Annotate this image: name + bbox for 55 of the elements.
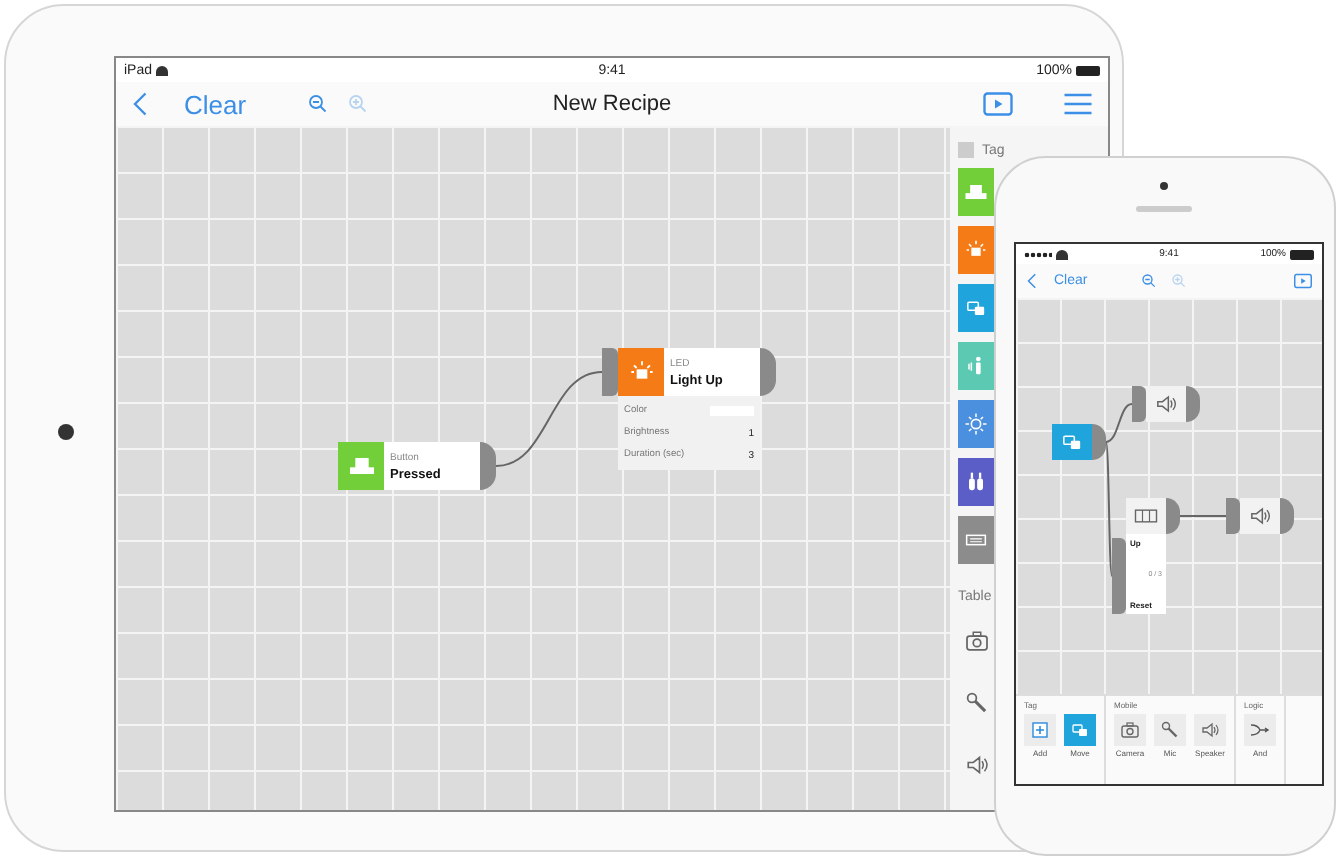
screen-title: New Recipe <box>552 92 672 116</box>
output-port[interactable] <box>1186 386 1200 422</box>
speaker-icon <box>1198 718 1222 742</box>
output-port[interactable] <box>760 348 776 396</box>
output-port[interactable] <box>1280 498 1294 534</box>
wifi-icon <box>1056 249 1068 259</box>
back-button[interactable] <box>1024 272 1042 290</box>
node-icon-tile[interactable] <box>1240 498 1280 534</box>
earpiece <box>1136 206 1192 212</box>
camera-dot <box>1160 182 1168 190</box>
palette-tile[interactable] <box>958 284 994 332</box>
battery-icon <box>1289 249 1314 259</box>
input-port[interactable] <box>1112 538 1126 614</box>
screen-play-icon[interactable] <box>1292 270 1314 292</box>
node-icon-tile[interactable] <box>1126 498 1166 534</box>
screen-play-icon[interactable] <box>980 86 1016 122</box>
wire <box>1179 515 1227 517</box>
zoom-out-icon[interactable] <box>306 92 331 116</box>
node-icon-tile[interactable] <box>338 442 384 490</box>
node-icon-tile[interactable] <box>1146 386 1186 422</box>
output-port[interactable] <box>1166 498 1180 534</box>
back-icon <box>1024 272 1042 290</box>
tool-tile[interactable] <box>1154 714 1186 746</box>
input-port[interactable] <box>1132 386 1146 422</box>
signal-dots-icon <box>1024 251 1052 257</box>
node-icon-tile[interactable] <box>618 348 664 396</box>
speaker-icon <box>1152 390 1180 418</box>
palette-tile[interactable] <box>958 458 994 506</box>
tool-tile[interactable] <box>1194 714 1226 746</box>
output-port[interactable] <box>480 442 496 490</box>
node-icon-tile[interactable] <box>1052 424 1092 460</box>
palette-tile[interactable] <box>958 342 994 390</box>
tool-tile[interactable] <box>1244 714 1276 746</box>
camera-icon <box>1118 718 1142 742</box>
tool-tile[interactable] <box>1024 714 1056 746</box>
palette-tile[interactable] <box>958 226 994 274</box>
output-port[interactable] <box>1092 424 1106 460</box>
speaker-icon <box>1246 502 1274 530</box>
and-gate-icon <box>1248 718 1272 742</box>
wifi-icon <box>156 65 169 75</box>
devices-icon <box>1068 718 1092 742</box>
plus-icon <box>1028 718 1052 742</box>
palette-tile[interactable] <box>958 400 994 448</box>
microphone-icon[interactable] <box>961 687 991 717</box>
battery-icon <box>1076 65 1100 75</box>
microphone-icon <box>1158 718 1182 742</box>
tool-tile[interactable] <box>1064 714 1096 746</box>
input-port[interactable] <box>602 348 618 396</box>
palette-tile[interactable] <box>958 516 994 564</box>
zoom-out-icon[interactable] <box>1139 272 1158 290</box>
wire <box>495 371 603 467</box>
tool-tile[interactable] <box>1114 714 1146 746</box>
input-port[interactable] <box>1226 498 1240 534</box>
palette-tile[interactable] <box>958 168 994 216</box>
sun-icon <box>962 410 990 438</box>
